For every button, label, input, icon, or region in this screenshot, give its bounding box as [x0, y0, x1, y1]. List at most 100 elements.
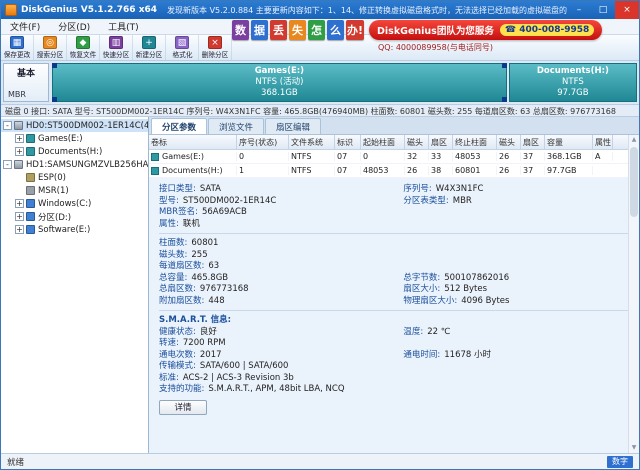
- detail-label: 支持的功能:: [159, 384, 204, 394]
- partition-block-0[interactable]: Games(E:)NTFS (活动)368.1GB: [52, 63, 507, 102]
- close-button[interactable]: ×: [615, 1, 639, 19]
- recover-files-button[interactable]: ◆恢复文件: [67, 35, 100, 60]
- minimize-button[interactable]: –: [567, 1, 591, 19]
- smart-section-header: S.M.A.R.T. 信息:: [159, 315, 629, 327]
- new-partition-button[interactable]: +新建分区: [133, 35, 166, 60]
- collapse-icon[interactable]: -: [3, 121, 12, 130]
- partition-block-1[interactable]: Documents(H:)NTFS97.7GB: [509, 63, 637, 102]
- search-partition-icon: ◎: [43, 36, 57, 49]
- disk-tree: -HD0:ST500DM002-1ER14C(466GB)+Games(E:)+…: [1, 117, 149, 453]
- tree-item-0[interactable]: -HD0:ST500DM002-1ER14C(466GB): [1, 119, 148, 132]
- expand-icon[interactable]: +: [15, 212, 24, 221]
- menu-item-2[interactable]: 工具(T): [99, 19, 148, 34]
- expand-icon[interactable]: +: [15, 147, 24, 156]
- detail-label: 标准:: [159, 373, 179, 383]
- tab-2[interactable]: 扇区编辑: [265, 118, 321, 134]
- update-notice-link[interactable]: 发现新版本 V5.2.0.884 主要更新内容如下：1、14、修正转换虚拟磁盘格…: [167, 5, 567, 16]
- expand-icon[interactable]: +: [15, 134, 24, 143]
- delete-partition-label: 删除分区: [202, 50, 229, 60]
- tab-1[interactable]: 浏览文件: [208, 118, 264, 134]
- phone-icon: ☎: [505, 25, 516, 35]
- detail-row: 型号:ST500DM002-1ER14C分区表类型:MBR: [159, 196, 629, 208]
- promo-row: 数据丢失怎么办! DiskGenius团队为您服务 ☎ 400-008-9958: [232, 20, 636, 40]
- menu-item-0[interactable]: 文件(F): [1, 19, 49, 34]
- tree-item-label: 分区(D:): [38, 211, 71, 223]
- partition-table: 卷标序号(状态)文件系统标识起始柱面磁头扇区终止柱面磁头扇区容量属性Games(…: [149, 135, 639, 178]
- quick-partition-button[interactable]: ▥快速分区: [100, 35, 133, 60]
- table-row[interactable]: Games(E:)0NTFS0703233480532637368.1GBA: [149, 150, 628, 164]
- scrollbar-thumb[interactable]: [630, 147, 638, 217]
- window-controls: – □ ×: [567, 1, 639, 19]
- expand-icon[interactable]: +: [15, 199, 24, 208]
- delete-partition-button[interactable]: ×删除分区: [199, 35, 232, 60]
- detail-value: MBR: [453, 196, 472, 206]
- column-header: 标识: [335, 135, 361, 149]
- recover-files-label: 恢复文件: [70, 50, 97, 60]
- tree-item-1[interactable]: +Games(E:): [1, 132, 148, 145]
- column-header: 容量: [545, 135, 593, 149]
- promo-team-box[interactable]: DiskGenius团队为您服务 ☎ 400-008-9958: [369, 20, 602, 40]
- search-partition-button[interactable]: ◎搜索分区: [34, 35, 67, 60]
- tree-item-6[interactable]: +Windows(C:): [1, 197, 148, 210]
- detail-row: 总容量:465.8GB总字节数:500107862016: [159, 273, 629, 285]
- detail-value: ST500DM002-1ER14C: [183, 196, 276, 206]
- tree-item-2[interactable]: +Documents(H:): [1, 145, 148, 158]
- promo-banner[interactable]: 数据丢失怎么办! DiskGenius团队为您服务 ☎ 400-008-9958…: [232, 20, 636, 61]
- expand-icon[interactable]: +: [15, 225, 24, 234]
- partition-table-type-label: MBR: [8, 90, 26, 99]
- column-header: 序号(状态): [237, 135, 289, 149]
- new-partition-label: 新建分区: [136, 50, 163, 60]
- detail-label: 序列号:: [403, 184, 431, 194]
- partition-name: Games(E:): [53, 66, 506, 77]
- scrollbar[interactable]: ▲ ▼: [628, 135, 639, 453]
- partition-size: 368.1GB: [53, 88, 506, 99]
- menu-item-1[interactable]: 分区(D): [49, 19, 99, 34]
- detail-label: 转速:: [159, 338, 179, 348]
- disk-details: 接口类型:SATA序列号:W4X3N1FC型号:ST500DM002-1ER14…: [149, 178, 639, 453]
- smart-detail-button[interactable]: 详情: [159, 400, 207, 415]
- detail-value: ACS-2 | ACS-3 Revision 3b: [183, 373, 294, 383]
- disk-type-box[interactable]: 基本 MBR: [3, 63, 49, 102]
- promo-qq-text: QQ: 4000089958(与电话同号): [378, 42, 636, 53]
- toolbar-buttons: ▦保存更改◎搜索分区◆恢复文件▥快速分区+新建分区▧格式化×删除分区: [1, 35, 232, 60]
- column-header: 起始柱面: [361, 135, 405, 149]
- disk-icon: [14, 160, 23, 169]
- save-changes-button[interactable]: ▦保存更改: [1, 35, 34, 60]
- main-tabs: 分区参数浏览文件扇区编辑: [149, 117, 639, 135]
- tree-item-5[interactable]: MSR(1): [1, 184, 148, 197]
- promo-tile: 丢: [270, 20, 287, 40]
- disk-info-line: 磁盘 0 接口: SATA 型号: ST500DM002-1ER14C 序列号:…: [1, 105, 639, 117]
- promo-tile: 办!: [346, 20, 364, 40]
- titlebar: DiskGenius V5.1.2.766 x64 发现新版本 V5.2.0.8…: [1, 1, 639, 19]
- section-divider: [159, 233, 629, 234]
- quick-partition-label: 快速分区: [103, 50, 130, 60]
- format-button[interactable]: ▧格式化: [166, 35, 199, 60]
- detail-row: 总扇区数:976773168扇区大小:512 Bytes: [159, 284, 629, 296]
- detail-value: 4096 Bytes: [461, 296, 509, 306]
- maximize-button[interactable]: □: [591, 1, 615, 19]
- status-right: 数字: [607, 456, 633, 468]
- partition-icon: [26, 225, 35, 234]
- tree-item-8[interactable]: +Software(E:): [1, 223, 148, 236]
- tree-item-3[interactable]: - HD1:SAMSUNGMZVLB256HAHQ-00000(23: [1, 158, 148, 171]
- detail-label: 柱面数:: [159, 238, 187, 248]
- diskgenius-window: DiskGenius V5.1.2.766 x64 发现新版本 V5.2.0.8…: [0, 0, 640, 470]
- selection-handle: [52, 63, 57, 68]
- detail-row: 柱面数:60801: [159, 238, 629, 250]
- detail-label: 物理扇区大小:: [403, 296, 457, 306]
- tree-item-4[interactable]: ESP(0): [1, 171, 148, 184]
- menu-items: 文件(F)分区(D)工具(T): [1, 19, 148, 34]
- detail-value: 联机: [183, 219, 200, 229]
- promo-slogan-tiles: 数据丢失怎么办!: [232, 20, 364, 40]
- collapse-icon[interactable]: -: [3, 160, 12, 169]
- detail-value: SATA/600 | SATA/600: [200, 361, 289, 371]
- scroll-down-icon[interactable]: ▼: [629, 443, 639, 453]
- tab-0[interactable]: 分区参数: [151, 118, 207, 134]
- tree-item-7[interactable]: + 分区(D:): [1, 210, 148, 223]
- table-row[interactable]: Documents(H:)1NTFS0748053263860801263797…: [149, 164, 628, 178]
- tree-item-label: HD1:SAMSUNGMZVLB256HAHQ-00000(23: [26, 160, 148, 170]
- column-header: 文件系统: [289, 135, 335, 149]
- status-text: 就绪: [7, 456, 24, 468]
- detail-label: 健康状态:: [159, 327, 196, 337]
- scroll-up-icon[interactable]: ▲: [629, 135, 639, 145]
